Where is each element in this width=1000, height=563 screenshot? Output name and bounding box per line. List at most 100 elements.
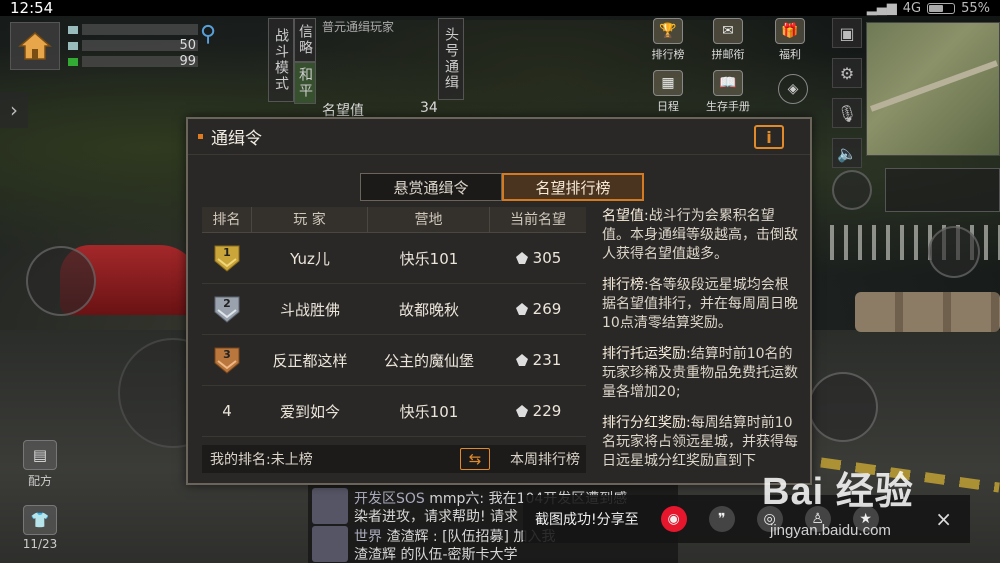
camp-name: 快乐101 [399,249,459,268]
chat-line: 染者进攻，请求帮助! 请求 [354,509,519,525]
stat-row-health [68,22,198,37]
hunger-bar: 50 [82,38,198,53]
water-icon [68,57,78,66]
tab-peace[interactable]: 和平 [294,62,316,104]
weapon-slot[interactable] [885,168,1000,212]
share-toast: 截图成功!分享至 ◉ ❞ ◎ ♙ ★ × [523,495,970,543]
leaderboard-label: 排行榜 [651,48,685,61]
tab-bounty-wanted[interactable]: 悬赏通缉令 [360,173,502,201]
dialog-title: 通缉令 [211,129,262,149]
tab-fame-ranking[interactable]: 名望排行榜 [502,173,644,201]
camp-name: 公主的魔仙堡 [383,351,474,370]
recipe-icon: ▤ [23,440,57,470]
survival-manual-label: 生存手册 [706,100,750,113]
fame-value-hud: 34 [420,100,438,116]
dialog-tabs: 悬赏通缉令 名望排行榜 [360,173,644,201]
pistol-button[interactable] [928,226,980,278]
swap-arrows-icon[interactable]: ⇆ [460,448,490,470]
share-label: 截图成功!分享至 [535,512,639,528]
fire-button[interactable] [808,372,878,442]
weibo-icon[interactable]: ◉ [660,506,687,532]
camera-icon[interactable]: ▣ [832,18,862,48]
ranking-description: 名望值:战斗行为会累积名望值。本身通缉等级越高，击倒敌人获得名望值越多。 排行榜… [602,207,802,471]
bronze-rank-badge-icon: 3 [212,345,242,375]
fame-value: 231 [532,351,562,369]
silver-rank-badge-icon: 2 [212,294,242,324]
minimap[interactable] [866,22,1000,156]
close-icon[interactable]: × [935,507,952,531]
battery-level: 55% [961,0,990,16]
welfare-button[interactable]: 🎁 福利 [762,18,818,62]
tab-strategy[interactable]: 信略 [294,18,316,62]
expand-arrow-icon[interactable]: › [0,92,28,128]
inventory-button[interactable]: 👕 11/23 [18,505,62,551]
fame-value: 229 [532,402,562,420]
moments-icon[interactable]: ◎ [756,506,783,532]
description-paragraph: 名望值:战斗行为会累积名望值。本身通缉等级越高，击倒敌人获得名望值越多。 [602,208,798,262]
description-paragraph: 排行榜:各等级段远星城均会根据名望值排行，并在每周周日晚10点清零结算奖励。 [602,277,798,331]
trophy-icon: 🏆 [653,18,683,44]
network-type: 4G [902,0,922,16]
speaker-icon[interactable]: 🔈 [832,138,862,168]
table-header: 排名 玩 家 营地 当前名望 [202,206,586,233]
camp-name: 快乐101 [399,402,459,421]
player-name: 斗战胜佛 [279,300,340,319]
mailbox-button[interactable]: ✉ 拼邮衔 [700,18,756,62]
wanted-dialog: 通缉令 i 悬赏通缉令 名望排行榜 排名 玩 家 营地 当前名望 1 Yuz儿 … [186,117,812,485]
my-rank-bar: 我的排名:未上榜 ⇆ 本周排行榜 [202,445,586,473]
welfare-label: 福利 [779,48,801,61]
recipe-button[interactable]: ▤ 配方 [18,440,62,489]
fame-value: 305 [532,249,562,267]
schedule-button[interactable]: ▦ 日程 [640,70,696,114]
info-button[interactable]: i [754,125,784,149]
side-tool-column: ▣ ⚙ 🎙 🔈 [832,18,862,168]
player-name: 反正都这样 [272,351,348,370]
health-icon [68,25,78,34]
gift-icon: 🎁 [775,18,805,44]
house-icon [18,32,52,60]
wechat-icon[interactable]: ❞ [708,506,735,532]
player-figure-icon[interactable]: ⚲ [200,22,222,56]
table-row[interactable]: 2 斗战胜佛 故都晚秋 269 [202,284,586,335]
chat-line: 渣渣辉 的队伍-密斯卡大学 [354,547,518,563]
table-row[interactable]: 4 爱到如今 快乐101 229 [202,386,586,437]
status-icons: ▂▄▆ 4G 55% [867,1,990,16]
water-bar: 99 [82,54,198,69]
fame-icon [515,354,528,366]
microphone-icon[interactable]: 🎙 [832,98,862,128]
tab-top-wanted[interactable]: 头号通缉 [438,18,464,100]
melee-button[interactable] [832,170,872,210]
stat-row-water: 99 [68,54,198,69]
player-name: Yuz儿 [290,249,330,268]
table-row[interactable]: 1 Yuz儿 快乐101 305 [202,233,586,284]
status-bar: 12:54 ▂▄▆ 4G 55% [0,0,1000,16]
home-button[interactable] [10,22,60,70]
weekly-ranking-label[interactable]: 本周排行榜 [510,449,580,469]
signal-icon: ▂▄▆ [866,0,897,16]
avatar [312,488,348,524]
recipe-label: 配方 [27,474,52,488]
battery-icon [927,2,956,14]
qq-icon[interactable]: ♙ [804,506,831,532]
qzone-icon[interactable]: ★ [852,506,879,532]
inventory-count: 11/23 [22,537,58,551]
column-header-rank: 排名 [202,206,252,233]
player-name: 爱到如今 [279,402,340,421]
reload-button[interactable] [26,246,96,316]
fame-icon [515,252,528,264]
health-bar [82,24,198,35]
stat-row-hunger: 50 [68,38,198,53]
description-paragraph: 排行托运奖励:结算时前10名的玩家珍稀及贵重物品免费托运数量各增加20; [602,346,798,400]
camp-name: 故都晚秋 [398,300,459,319]
minimap-road [870,60,998,112]
column-header-camp: 营地 [368,206,490,233]
book-icon: 📖 [713,70,743,96]
table-row[interactable]: 3 反正都这样 公主的魔仙堡 231 [202,335,586,386]
leaderboard-button[interactable]: 🏆 排行榜 [640,18,696,62]
more-menu-icon[interactable]: ◈ [778,74,808,104]
settings-gear-icon[interactable]: ⚙ [832,58,862,88]
schedule-label: 日程 [657,100,679,113]
tab-battle-mode[interactable]: 战斗模式 [268,18,294,102]
hunger-icon [68,41,78,50]
survival-manual-button[interactable]: 📖 生存手册 [700,70,756,114]
